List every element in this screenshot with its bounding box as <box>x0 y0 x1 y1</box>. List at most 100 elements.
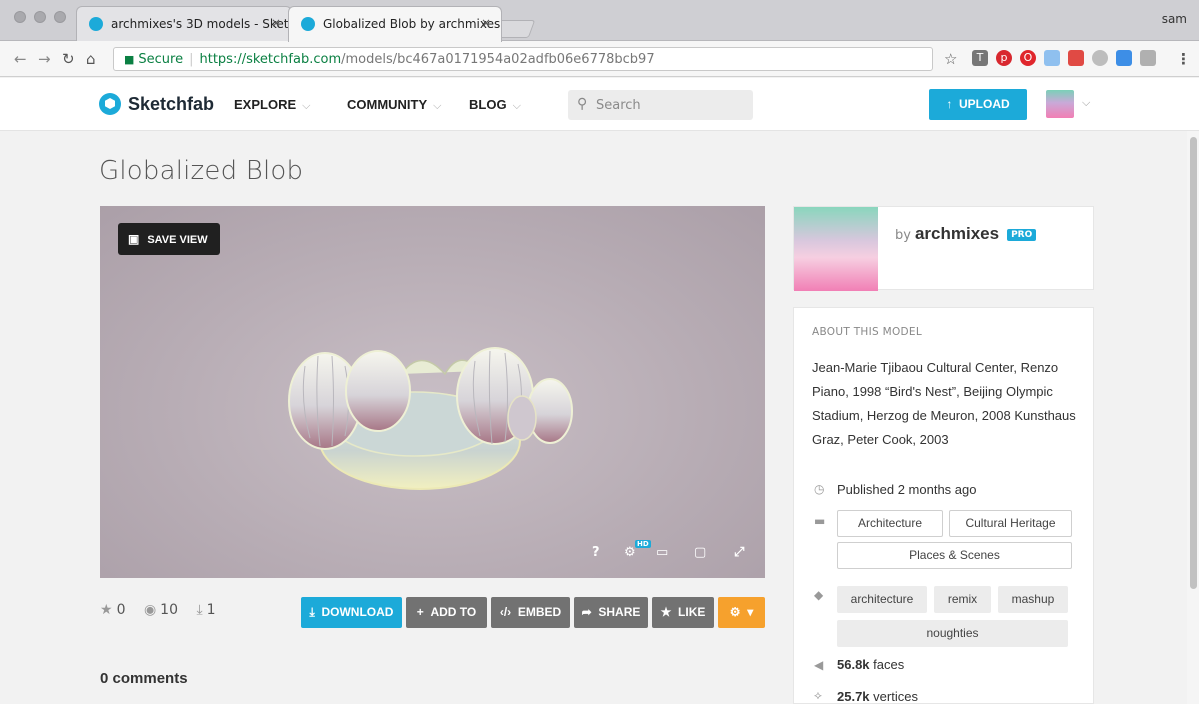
chevron-down-icon: ⌵ <box>302 100 311 112</box>
url-field[interactable]: ■ Secure | https://sketchfab.com/models/bc4… <box>113 47 933 71</box>
likes-count-group: ★ 0 <box>100 602 125 618</box>
tag-icon: ◆ <box>814 588 824 602</box>
model-thumbnail[interactable] <box>794 207 878 291</box>
tab-close-icon[interactable]: × <box>271 16 281 30</box>
share-button[interactable]: ➦ SHARE <box>574 597 648 628</box>
pro-badge: PRO <box>1007 229 1037 241</box>
tag-remix[interactable]: remix <box>934 586 991 613</box>
downloads-count: 1 <box>206 602 216 618</box>
site-header: Sketchfab EXPLORE ⌵ COMMUNITY ⌵ BLOG ⌵ ⚲ ↑ … <box>0 78 1199 131</box>
chevron-down-icon[interactable]: ⌵ <box>1082 96 1090 110</box>
camera-extension-icon[interactable] <box>1140 50 1156 66</box>
add-to-button[interactable]: + ADD TO <box>406 597 487 628</box>
vertices-count: 25.7k vertices <box>837 689 918 704</box>
clock-icon: ◷ <box>814 482 825 496</box>
nav-explore[interactable]: EXPLORE ⌵ <box>234 97 310 113</box>
page-scrollbar-thumb[interactable] <box>1190 137 1197 589</box>
vertices-icon: ⟡ <box>814 688 822 702</box>
author-name-link[interactable]: archmixes <box>915 224 999 243</box>
settings-gear-icon[interactable]: ⚙ <box>624 545 636 560</box>
home-icon[interactable]: ⌂ <box>86 50 96 68</box>
nav-community[interactable]: COMMUNITY ⌵ <box>347 97 442 113</box>
category-folder-icon: ▬ <box>814 514 826 528</box>
tag-architecture[interactable]: architecture <box>837 586 927 613</box>
browser-tab-globalized-blob[interactable]: Globalized Blob by archmixes × <box>288 6 502 42</box>
downloads-count-group: ⤓ 1 <box>196 602 215 618</box>
download-label: DOWNLOAD <box>321 605 394 619</box>
model-description: Jean-Marie Tjibaou Cultural Center, Renz… <box>812 360 1076 447</box>
opera-extension-icon[interactable]: O <box>1020 50 1036 66</box>
browser-tab-strip: archmixes's 3D models - Sket × Globalize… <box>0 0 1199 42</box>
tab-label: Globalized Blob by archmixes <box>323 17 501 31</box>
drive-extension-icon[interactable] <box>1092 50 1108 66</box>
search-icon: ⚲ <box>577 96 588 112</box>
embed-button[interactable]: ‹/› EMBED <box>491 597 570 628</box>
upload-arrow-icon: ↑ <box>946 97 953 111</box>
share-arrow-icon: ➦ <box>581 605 592 619</box>
search-input[interactable] <box>596 94 746 116</box>
tab-close-icon[interactable]: × <box>481 16 491 30</box>
faces-triangle-icon: ◀ <box>814 658 824 672</box>
pinterest-extension-icon[interactable]: p <box>996 50 1012 66</box>
help-icon[interactable]: ? <box>592 545 600 560</box>
gear-icon: ⚙ <box>729 605 741 619</box>
faces-value: 56.8k <box>837 657 870 672</box>
browser-tab-archmixes-models[interactable]: archmixes's 3D models - Sket × <box>76 6 292 41</box>
hd-badge: HD <box>635 540 651 548</box>
save-view-label: SAVE VIEW <box>147 234 208 246</box>
sketchfab-favicon-icon <box>89 17 103 31</box>
url-domain: https://sketchfab.com <box>199 52 342 67</box>
vr-headset-icon[interactable]: ▭ <box>656 545 668 560</box>
back-arrow-icon[interactable]: ← <box>14 50 27 68</box>
tag-noughties[interactable]: noughties <box>837 620 1068 647</box>
browser-profile-name[interactable]: sam <box>1162 12 1187 26</box>
tag-mashup[interactable]: mashup <box>998 586 1068 613</box>
reload-icon[interactable]: ↻ <box>62 50 75 68</box>
3d-model-viewer[interactable]: ▣ SAVE VIEW ? ⚙ HD ▭ ▢ ⤢ <box>100 206 765 578</box>
chevron-down-icon: ⌵ <box>512 100 521 112</box>
bookmark-star-icon[interactable]: ☆ <box>944 50 957 68</box>
about-model-card: ABOUT THIS MODEL Jean-Marie Tjibaou Cult… <box>793 307 1094 704</box>
nav-community-label: COMMUNITY <box>347 97 428 112</box>
browser-menu-icon[interactable]: ⋮ <box>1176 50 1191 68</box>
faces-label: faces <box>869 657 905 672</box>
options-menu-button[interactable]: ⚙ ▾ <box>718 597 765 628</box>
user-avatar[interactable] <box>1046 90 1074 118</box>
upload-button[interactable]: ↑ UPLOAD <box>929 89 1027 120</box>
download-button[interactable]: ⤓ DOWNLOAD <box>301 597 402 628</box>
star-icon: ★ <box>100 602 113 618</box>
embed-label: EMBED <box>517 605 562 619</box>
window-close-control[interactable] <box>14 11 26 23</box>
extension-reader-icon[interactable]: T <box>972 50 988 66</box>
eye-icon: ◉ <box>143 602 157 618</box>
nav-explore-label: EXPLORE <box>234 97 297 112</box>
model-render <box>288 347 573 490</box>
like-button[interactable]: ★ LIKE <box>652 597 714 628</box>
category-architecture[interactable]: Architecture <box>837 510 943 537</box>
docs-extension-icon[interactable] <box>1044 50 1060 66</box>
code-icon: ‹/› <box>499 605 512 619</box>
bar-extension-icon[interactable] <box>1068 50 1084 66</box>
category-cultural-heritage[interactable]: Cultural Heritage <box>949 510 1072 537</box>
save-view-button[interactable]: ▣ SAVE VIEW <box>118 223 220 255</box>
sketchfab-favicon-icon <box>301 17 315 31</box>
fullscreen-icon[interactable]: ⤢ <box>734 545 744 560</box>
window-zoom-control[interactable] <box>54 11 66 23</box>
like-label: LIKE <box>678 605 706 619</box>
nav-blog[interactable]: BLOG ⌵ <box>469 97 521 113</box>
views-count: 10 <box>160 602 178 618</box>
logo-text: Sketchfab <box>128 93 215 114</box>
embed-view-icon[interactable]: ▢ <box>694 545 706 560</box>
sketchfab-logo[interactable]: Sketchfab <box>99 92 214 116</box>
window-minimize-control[interactable] <box>34 11 46 23</box>
model-stats: ★ 0 ◉ 10 ⤓ 1 <box>100 602 230 618</box>
forward-arrow-icon[interactable]: → <box>38 50 51 68</box>
category-places-scenes[interactable]: Places & Scenes <box>837 542 1072 569</box>
author-card: by archmixes PRO <box>793 206 1094 291</box>
image-extension-icon[interactable] <box>1116 50 1132 66</box>
about-heading: ABOUT THIS MODEL <box>812 326 923 338</box>
add-to-label: ADD TO <box>430 605 477 619</box>
secure-label: Secure <box>138 52 184 67</box>
upload-label: UPLOAD <box>959 97 1010 111</box>
faces-count: 56.8k faces <box>837 657 904 672</box>
